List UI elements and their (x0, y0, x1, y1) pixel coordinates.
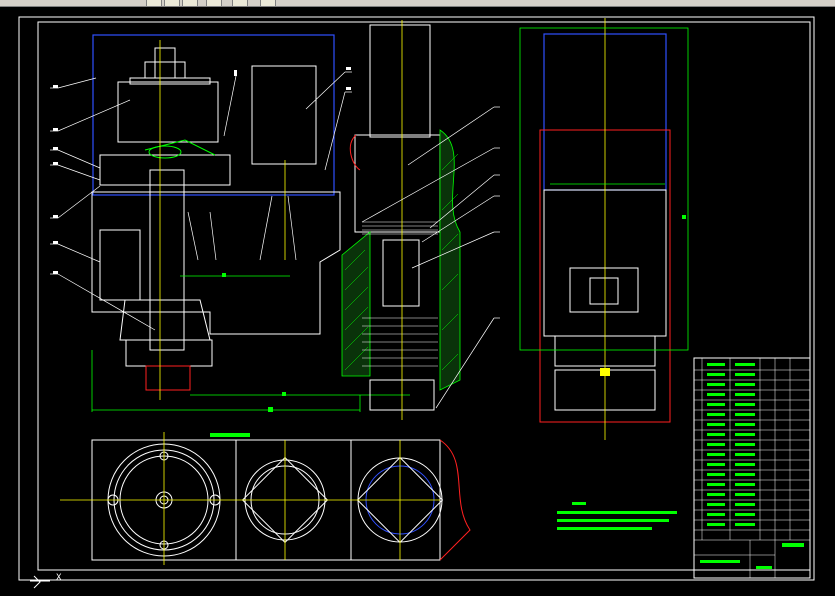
undo-icon[interactable] (182, 0, 198, 6)
toolbar-strip (0, 0, 835, 7)
bottom-plan-view (60, 432, 471, 565)
ucs-x-label: X (56, 573, 62, 583)
sheet-outer-border (18, 16, 815, 581)
properties-icon[interactable] (260, 0, 276, 6)
drawing-canvas[interactable] (0, 7, 835, 592)
title-block (693, 357, 811, 579)
cad-drawing (18, 16, 815, 589)
gearbox-body (251, 65, 317, 165)
pan-icon[interactable] (164, 0, 180, 6)
ucs-icon (30, 575, 50, 589)
layer-icon[interactable] (232, 0, 248, 6)
motor-body (117, 81, 219, 143)
side-view (519, 18, 689, 440)
technical-notes (557, 502, 677, 530)
zoom-icon[interactable] (146, 0, 162, 6)
column-section-view (341, 20, 500, 420)
housing-outline (91, 191, 341, 335)
redo-icon[interactable] (206, 0, 222, 6)
column-upper (369, 24, 431, 138)
motor-cover-outline (92, 34, 335, 196)
